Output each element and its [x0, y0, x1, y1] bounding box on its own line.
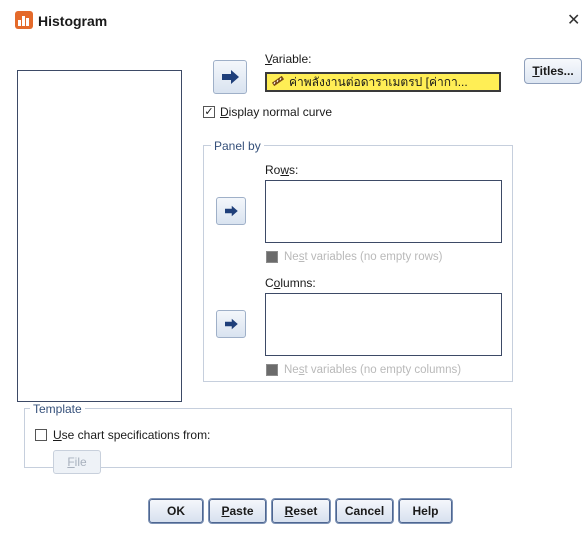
window-title: Histogram	[38, 13, 108, 29]
panel-by-legend: Panel by	[211, 139, 264, 153]
cancel-button[interactable]: Cancel	[335, 498, 394, 524]
help-button[interactable]: Help	[398, 498, 453, 524]
reset-button[interactable]: Reset	[271, 498, 331, 524]
ok-button[interactable]: OK	[148, 498, 204, 524]
move-to-rows-button[interactable]	[216, 197, 246, 225]
template-legend: Template	[30, 402, 85, 416]
variable-field[interactable]: ค่าพลังงานต่อดาราเมตรป [ค่ากา...	[265, 72, 501, 92]
right-arrow-icon	[225, 318, 238, 330]
rows-drop-list[interactable]	[265, 180, 502, 243]
close-icon[interactable]: ✕	[567, 10, 580, 30]
disabled-checkbox-icon	[266, 364, 278, 376]
ruler-scale-icon	[271, 74, 285, 90]
right-arrow-icon	[225, 205, 238, 217]
columns-drop-list[interactable]	[265, 293, 502, 356]
nest-columns-label: Nest variables (no empty columns)	[284, 364, 462, 376]
source-variable-list[interactable]	[17, 70, 182, 402]
titles-button[interactable]: Titles...	[524, 58, 582, 84]
nest-rows-label: Nest variables (no empty rows)	[284, 251, 443, 263]
variable-value: ค่าพลังงานต่อดาราเมตรป [ค่ากา...	[289, 74, 468, 89]
nest-columns-checkbox: Nest variables (no empty columns)	[266, 364, 461, 376]
variable-label: Variable:	[265, 52, 312, 66]
move-to-variable-button[interactable]	[213, 60, 247, 94]
paste-button[interactable]: Paste	[208, 498, 267, 524]
file-button: File	[53, 450, 101, 474]
histogram-app-icon	[14, 10, 34, 30]
disabled-checkbox-icon	[266, 251, 278, 263]
use-chart-specifications-label: Use chart specifications from:	[53, 428, 211, 442]
checkbox-unchecked-icon[interactable]	[35, 429, 47, 441]
display-normal-curve-checkbox[interactable]: ✓ Display normal curve	[203, 105, 332, 119]
display-normal-curve-label: Display normal curve	[220, 105, 333, 119]
checkbox-checked-icon[interactable]: ✓	[203, 106, 215, 118]
rows-label: Rows:	[265, 163, 299, 177]
use-chart-specifications-checkbox[interactable]: Use chart specifications from:	[35, 428, 210, 442]
columns-label: Columns:	[265, 276, 316, 290]
nest-rows-checkbox: Nest variables (no empty rows)	[266, 251, 443, 263]
move-to-columns-button[interactable]	[216, 310, 246, 338]
right-arrow-icon	[222, 70, 239, 84]
